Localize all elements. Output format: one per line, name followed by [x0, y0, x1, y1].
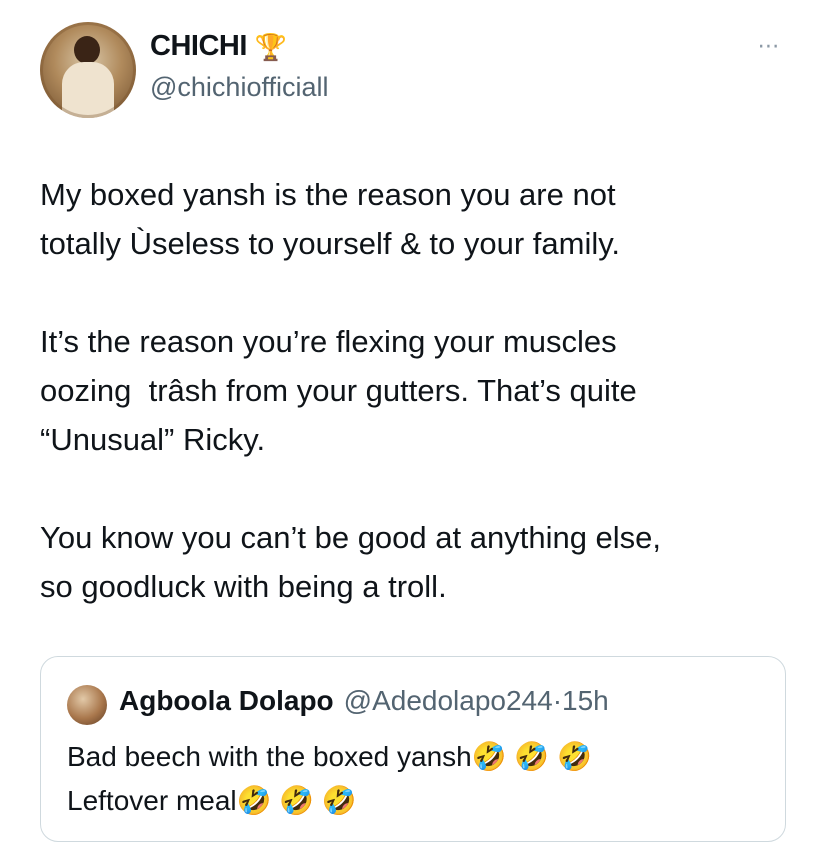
quoted-tweet-card[interactable]: Agboola Dolapo @Adedolapo244·15h Bad bee…	[40, 656, 786, 842]
tweet-paragraph: It’s the reason you’re flexing your musc…	[40, 324, 637, 457]
trophy-icon: 🏆	[254, 31, 288, 62]
quoted-tweet-header: Agboola Dolapo @Adedolapo244·15h	[119, 685, 609, 717]
author-display-name[interactable]: CHICHI	[150, 30, 247, 63]
quoted-author-avatar[interactable]	[67, 685, 107, 725]
author-handle[interactable]: @chichiofficiall	[150, 72, 328, 103]
tweet-paragraph: You know you can’t be good at anything e…	[40, 520, 662, 604]
author-name-row: CHICHI 🏆	[150, 30, 287, 63]
quoted-tweet-text: Bad beech with the boxed yansh🤣 🤣 🤣 Left…	[67, 741, 592, 816]
dot-separator: ·	[552, 685, 563, 716]
quoted-author-name[interactable]: Agboola Dolapo	[119, 685, 334, 717]
more-options-icon[interactable]: ⋯	[752, 35, 786, 57]
tweet-paragraph: My boxed yansh is the reason you are not…	[40, 177, 621, 261]
quoted-tweet-time[interactable]: 15h	[562, 685, 609, 716]
avatar-rim	[40, 22, 136, 118]
quoted-author-handle-text[interactable]: @Adedolapo244	[344, 685, 553, 716]
author-avatar[interactable]	[40, 22, 136, 118]
tweet-text: My boxed yansh is the reason you are not…	[40, 170, 800, 611]
quoted-author-handle: @Adedolapo244·15h	[344, 685, 609, 717]
